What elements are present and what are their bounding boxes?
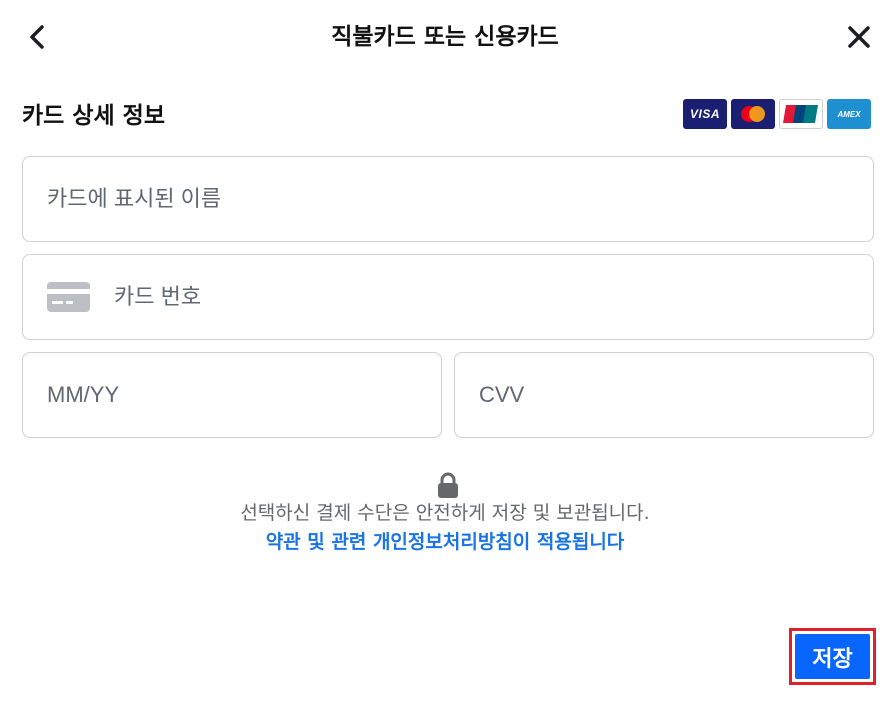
- save-button-highlight: 저장: [789, 628, 876, 685]
- section-title: 카드 상세 정보: [22, 103, 165, 129]
- lock-icon: [438, 472, 458, 498]
- security-notice: 선택하신 결제 수단은 안전하게 저장 및 보관됩니다.: [240, 502, 650, 524]
- close-icon: [848, 26, 870, 48]
- mastercard-circles: [741, 106, 765, 122]
- amex-logo-label: AMEX: [837, 109, 861, 119]
- expiry-date-input[interactable]: [47, 382, 441, 408]
- privacy-policy-link[interactable]: 약관 및 관련 개인정보처리방침이 적용됩니다: [0, 527, 890, 554]
- save-button[interactable]: 저장: [795, 634, 870, 679]
- visa-logo-label: VISA: [689, 107, 720, 121]
- expiry-date-field[interactable]: [22, 352, 442, 438]
- cardholder-name-field[interactable]: [22, 156, 874, 242]
- visa-logo: VISA: [683, 99, 727, 129]
- cvv-input[interactable]: [479, 382, 873, 408]
- unionpay-mark: [783, 105, 818, 123]
- amex-logo: AMEX: [827, 99, 871, 129]
- cardholder-name-input[interactable]: [47, 186, 873, 212]
- mastercard-logo: [731, 99, 775, 129]
- card-brand-logos: VISA AMEX: [683, 99, 871, 129]
- unionpay-logo: [779, 99, 823, 129]
- card-number-field[interactable]: [22, 254, 874, 340]
- cvv-field[interactable]: [454, 352, 874, 438]
- card-number-input[interactable]: [114, 284, 873, 310]
- close-button[interactable]: [842, 20, 876, 54]
- credit-card-icon: [47, 282, 90, 312]
- page-title: 직불카드 또는 신용카드: [331, 24, 559, 50]
